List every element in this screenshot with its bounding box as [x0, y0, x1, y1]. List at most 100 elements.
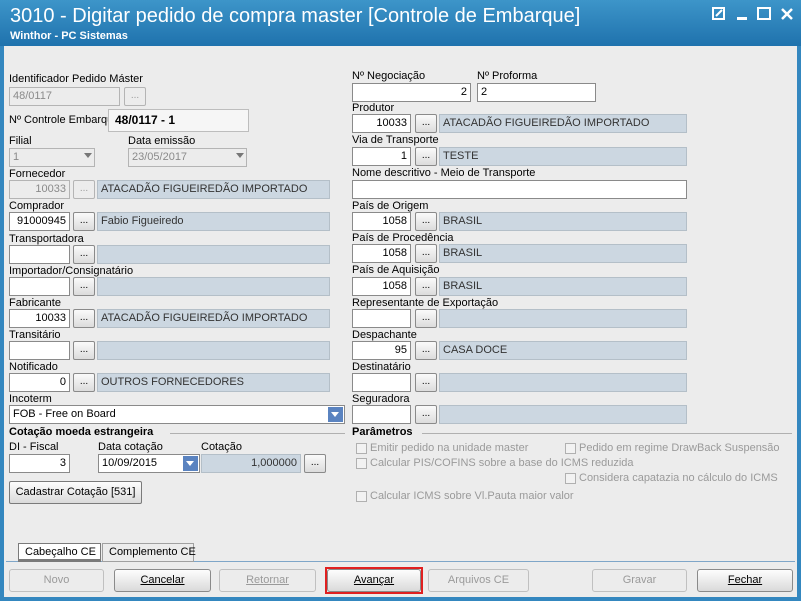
notificado-lookup-button[interactable]: ... [73, 373, 95, 392]
transportadora-name-field [97, 245, 330, 264]
window-title: 3010 - Digitar pedido de compra master [… [10, 5, 581, 27]
fabricante-code-field[interactable]: 10033 [9, 309, 70, 328]
transportadora-lookup-button[interactable]: ... [73, 245, 95, 264]
incoterm-value: FOB - Free on Board [13, 408, 116, 420]
drawback-checkbox[interactable] [565, 443, 576, 454]
transitario-code-field[interactable] [9, 341, 70, 360]
data-cotacao-value: 10/09/2015 [102, 457, 158, 469]
di-fiscal-field[interactable]: 3 [9, 454, 70, 473]
notificado-name-field: OUTROS FORNECEDORES [97, 373, 330, 392]
procedencia-code-field[interactable]: 1058 [352, 244, 411, 263]
fornecedor-name-field: ATACADÃO FIGUEIREDÃO IMPORTADO [97, 180, 330, 199]
label-via-transporte: Via de Transporte [352, 134, 439, 146]
destinatario-code-field[interactable] [352, 373, 411, 392]
section-divider [170, 433, 345, 434]
nome-meio-field[interactable] [352, 180, 687, 199]
aquisicao-code-field[interactable]: 1058 [352, 277, 411, 296]
id-pedido-field: 48/0117 [9, 87, 120, 106]
label-negociacao: Nº Negociação [352, 70, 426, 82]
avancar-button[interactable]: Avançar [327, 569, 421, 592]
via-code-field[interactable]: 1 [352, 147, 411, 166]
emitir-checkbox[interactable] [356, 443, 367, 454]
importador-code-field[interactable] [9, 277, 70, 296]
chevron-down-icon [84, 153, 92, 158]
via-lookup-button[interactable]: ... [415, 147, 437, 166]
importador-lookup-button[interactable]: ... [73, 277, 95, 296]
transitario-lookup-button[interactable]: ... [73, 341, 95, 360]
seguradora-lookup-button[interactable]: ... [415, 405, 437, 424]
tab-cabecalho[interactable]: Cabeçalho CE [18, 543, 101, 562]
aquisicao-lookup-button[interactable]: ... [415, 277, 437, 296]
data-cotacao-select[interactable]: 10/09/2015 [98, 454, 200, 473]
seguradora-code-field[interactable] [352, 405, 411, 424]
comprador-lookup-button[interactable]: ... [73, 212, 95, 231]
chevron-down-icon [236, 153, 244, 158]
importador-name-field [97, 277, 330, 296]
filial-select[interactable]: 1 [9, 148, 95, 167]
origem-code-field[interactable]: 1058 [352, 212, 411, 231]
restore-icon[interactable] [711, 6, 727, 22]
despachante-lookup-button[interactable]: ... [415, 341, 437, 360]
close-icon[interactable] [779, 6, 795, 22]
produtor-code-field[interactable]: 10033 [352, 114, 411, 133]
novo-button[interactable]: Novo [9, 569, 104, 592]
produtor-name-field: ATACADÃO FIGUEIREDÃO IMPORTADO [439, 114, 687, 133]
label-cotacao: Cotação [201, 441, 242, 453]
cadastrar-cotacao-button[interactable]: Cadastrar Cotação [531] [9, 481, 142, 504]
emitir-label: Emitir pedido na unidade master [370, 442, 529, 454]
fechar-button[interactable]: Fechar [697, 569, 793, 592]
piscofins-checkbox[interactable] [356, 458, 367, 469]
produtor-lookup-button[interactable]: ... [415, 114, 437, 133]
transportadora-code-field[interactable] [9, 245, 70, 264]
piscofins-label: Calcular PIS/COFINS sobre a base do ICMS… [370, 457, 634, 469]
maximize-icon[interactable] [756, 6, 772, 22]
proforma-field[interactable]: 2 [477, 83, 596, 102]
origem-lookup-button[interactable]: ... [415, 212, 437, 231]
label-proforma: Nº Proforma [477, 70, 538, 82]
capatazia-label: Considera capatazia no cálculo do ICMS [579, 472, 778, 484]
arquivos-ce-button[interactable]: Arquivos CE [428, 569, 529, 592]
label-data-cotacao: Data cotação [98, 441, 163, 453]
label-data-emissao: Data emissão [128, 135, 196, 147]
label-id-pedido: Identificador Pedido Máster [9, 73, 143, 85]
fabricante-name-field: ATACADÃO FIGUEIREDÃO IMPORTADO [97, 309, 330, 328]
capatazia-checkbox[interactable] [565, 473, 576, 484]
representante-lookup-button[interactable]: ... [415, 309, 437, 328]
drawback-label: Pedido em regime DrawBack Suspensão [579, 442, 780, 454]
label-di-fiscal: DI - Fiscal [9, 441, 59, 453]
representante-name-field [439, 309, 687, 328]
despachante-code-field[interactable]: 95 [352, 341, 411, 360]
label-filial: Filial [9, 135, 32, 147]
gravar-button[interactable]: Gravar [592, 569, 687, 592]
cotacao-lookup-button[interactable]: ... [304, 454, 326, 473]
representante-code-field[interactable] [352, 309, 411, 328]
notificado-code-field[interactable]: 0 [9, 373, 70, 392]
section-cotacao-title: Cotação moeda estrangeira [9, 426, 154, 438]
comprador-name-field: Fabio Figueiredo [97, 212, 330, 231]
tab-complemento[interactable]: Complemento CE [102, 543, 196, 562]
icms-pauta-label: Calcular ICMS sobre Vl.Pauta maior valor [370, 490, 574, 502]
calendar-dropdown-icon [183, 456, 198, 471]
minimize-icon[interactable] [734, 6, 750, 22]
label-pais-aquisicao: País de Aquisição [352, 264, 440, 276]
fornecedor-code-field: 10033 [9, 180, 70, 199]
id-pedido-lookup-button[interactable]: ... [124, 87, 146, 106]
cancelar-button[interactable]: Cancelar [114, 569, 211, 592]
via-name-field: TESTE [439, 147, 687, 166]
fabricante-lookup-button[interactable]: ... [73, 309, 95, 328]
origem-name-field: BRASIL [439, 212, 687, 231]
data-emissao-select[interactable]: 23/05/2017 [128, 148, 247, 167]
procedencia-name-field: BRASIL [439, 244, 687, 263]
fornecedor-lookup-button[interactable]: ... [73, 180, 95, 199]
aquisicao-name-field: BRASIL [439, 277, 687, 296]
negociacao-field[interactable]: 2 [352, 83, 471, 102]
procedencia-lookup-button[interactable]: ... [415, 244, 437, 263]
destinatario-lookup-button[interactable]: ... [415, 373, 437, 392]
comprador-code-field[interactable]: 91000945 [9, 212, 70, 231]
section-parametros-title: Parâmetros [352, 426, 413, 438]
retornar-button[interactable]: Retornar [219, 569, 316, 592]
icms-pauta-checkbox[interactable] [356, 491, 367, 502]
incoterm-select[interactable]: FOB - Free on Board [9, 405, 345, 424]
despachante-name-field: CASA DOCE [439, 341, 687, 360]
controle-value: 48/0117 - 1 [108, 109, 249, 132]
